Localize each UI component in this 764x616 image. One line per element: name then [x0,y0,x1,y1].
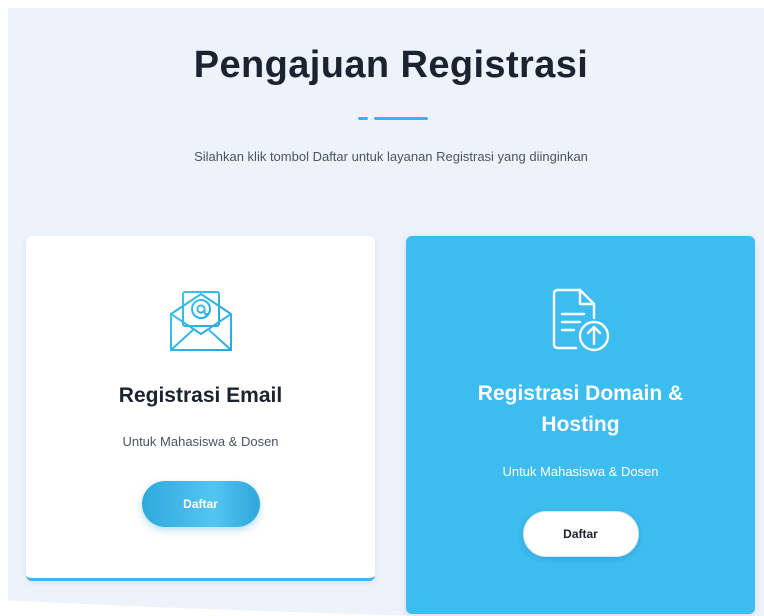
domain-card-subtitle: Untuk Mahasiswa & Dosen [502,464,659,479]
title-divider [358,117,428,120]
domain-hosting-registration-card: Registrasi Domain & Hosting Untuk Mahasi… [406,236,755,614]
title-divider-line [374,117,428,120]
email-card-subtitle: Untuk Mahasiswa & Dosen [122,434,279,449]
email-registration-card: Registrasi Email Untuk Mahasiswa & Dosen… [26,236,375,581]
bottom-wave-decoration [0,600,420,616]
email-card-title: Registrasi Email [118,384,283,407]
domain-card-title: Registrasi Domain & Hosting [477,382,684,436]
page-title: Pengajuan Registrasi [193,44,589,86]
title-divider-dash [358,117,368,120]
domain-daftar-button[interactable]: Daftar [522,511,639,557]
email-icon [167,288,235,359]
email-daftar-button[interactable]: Daftar [141,481,260,527]
page-subtitle: Silahkan klik tombol Daftar untuk layana… [194,149,588,164]
document-upload-icon [548,286,614,359]
